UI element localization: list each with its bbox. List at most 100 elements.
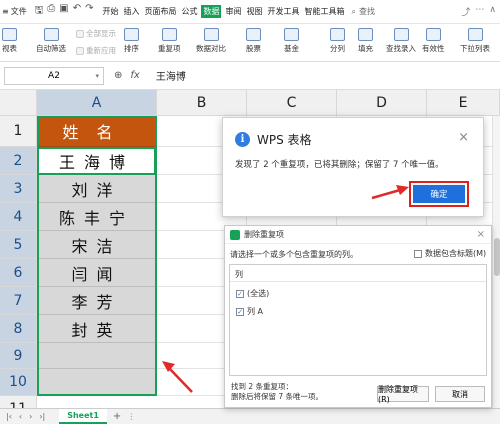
next-sheet-icon[interactable]: › [29, 412, 32, 421]
close-icon[interactable]: × [458, 130, 469, 145]
collapse-icon[interactable]: ∧ [489, 5, 496, 18]
name-cell[interactable]: 闫闻 [37, 259, 156, 287]
tab-5[interactable]: 审阅 [224, 5, 242, 18]
filter-icon [43, 28, 59, 41]
dropdown-list-label: 下拉列表 [460, 44, 490, 53]
add-sheet-icon[interactable]: + [113, 411, 121, 422]
column-header-A[interactable]: A [37, 90, 157, 116]
row-header-4[interactable]: 4 [0, 203, 37, 231]
validity-button[interactable]: 有效性 [422, 28, 445, 54]
row-header-10[interactable]: 10 [0, 369, 37, 396]
pivot-table-button[interactable]: 视表 [2, 28, 17, 54]
name-cell[interactable] [37, 343, 156, 369]
row-header-2[interactable]: 2 [0, 147, 37, 175]
row-header-1[interactable]: 1 [0, 116, 37, 147]
duplicates-button[interactable]: 重复项 [158, 28, 181, 54]
formula-input[interactable]: 王海博 [156, 68, 186, 83]
fund-button[interactable]: 基金 [284, 28, 299, 54]
ok-button[interactable]: 确定 [413, 185, 465, 203]
prev-sheet-icon[interactable]: ‹ [19, 412, 22, 421]
cancel-button[interactable]: 取消 [435, 386, 485, 402]
menu-bar: ≡ 文件 🖫 ⎙ ▣ ↶ ↷ 开始 插入 页面布局 公式 数据 审阅 视图 开发工具 智能工具箱 … [0, 0, 500, 24]
show-all-button[interactable]: 全部显示 [76, 28, 116, 39]
share-icon[interactable]: ⤴ [461, 5, 470, 18]
name-cell[interactable] [37, 369, 156, 396]
tab-7[interactable]: 开发工具 [266, 5, 300, 18]
print-icon[interactable]: ⎙ [47, 3, 55, 20]
first-sheet-icon[interactable]: |‹ [6, 412, 12, 421]
select-all-corner[interactable] [0, 90, 37, 116]
name-cell[interactable]: 封英 [37, 315, 156, 343]
row-header-5[interactable]: 5 [0, 231, 37, 259]
more-sheets-icon[interactable]: ⋮ [127, 412, 135, 421]
row-header-8[interactable]: 8 [0, 315, 37, 343]
cell-reference: A2 [48, 70, 60, 81]
compare-icon [203, 28, 219, 41]
fx-icon[interactable]: fx [130, 70, 139, 81]
split-column-button[interactable]: 分列 [330, 28, 345, 54]
lookup-icon [393, 28, 409, 41]
reapply-label: 重新应用 [86, 46, 116, 55]
column-a-checkbox[interactable]: ✓ 列 A [236, 306, 263, 317]
sort-icon [124, 28, 139, 41]
autofilter-label: 自动筛选 [36, 44, 66, 53]
column-header-D[interactable]: D [337, 90, 427, 116]
row-header-3[interactable]: 3 [0, 175, 37, 203]
tab-8[interactable]: 智能工具箱 [303, 5, 345, 18]
lookup-entry-button[interactable]: 查找录入 [386, 28, 416, 54]
row-header-6[interactable]: 6 [0, 259, 37, 287]
stock-button[interactable]: 股票 [246, 28, 261, 54]
autofilter-button[interactable]: 自动筛选 [36, 28, 66, 54]
tab-1[interactable]: 插入 [122, 5, 140, 18]
column-header-C[interactable]: C [247, 90, 337, 116]
ribbon-toolbar: 视表 自动筛选 全部显示 重新应用 排序 重复项 数据对比 股票 基金 分列 填… [0, 24, 500, 62]
sheet-tab[interactable]: Sheet1 [59, 409, 107, 424]
redo-icon[interactable]: ↷ [85, 3, 93, 20]
list-item-label: 列 A [247, 307, 264, 316]
column-header-E[interactable]: E [427, 90, 500, 116]
stock-label: 股票 [246, 44, 261, 53]
fill-label: 填充 [358, 44, 373, 53]
sort-button[interactable]: 排序 [124, 28, 139, 54]
header-cell-name[interactable]: 姓名 [37, 116, 156, 147]
fill-button[interactable]: 填充 [358, 28, 373, 54]
data-compare-button[interactable]: 数据对比 [196, 28, 226, 54]
save-icon[interactable]: 🖫 [35, 3, 44, 20]
name-cell[interactable]: 王海博 [37, 147, 156, 175]
row-header-9[interactable]: 9 [0, 343, 37, 369]
tab-4[interactable]: 数据 [201, 5, 222, 18]
name-cell[interactable]: 宋洁 [37, 231, 156, 259]
split-label: 分列 [330, 44, 345, 53]
file-menu[interactable]: ≡ 文件 [2, 6, 27, 17]
name-cell[interactable]: 陈丰宁 [37, 203, 156, 231]
print-preview-icon[interactable]: ▣ [59, 3, 68, 20]
duplicates-label: 重复项 [158, 44, 181, 53]
row-header-7[interactable]: 7 [0, 287, 37, 315]
ok-button-highlight: 确定 [409, 181, 469, 207]
lookup-label: 查找录入 [386, 44, 416, 53]
select-all-checkbox[interactable]: ✓ (全选) [236, 288, 269, 299]
zoom-icon[interactable]: ⊕ [114, 70, 122, 81]
dropdown-list-button[interactable]: 下拉列表 [460, 28, 490, 54]
name-box[interactable]: A2 ▾ [4, 66, 104, 85]
reapply-button[interactable]: 重新应用 [76, 45, 116, 56]
vertical-scrollbar[interactable] [492, 116, 500, 408]
last-sheet-icon[interactable]: ›| [39, 412, 45, 421]
remove-duplicates-button[interactable]: 删除重复项(R) [377, 385, 429, 404]
column-header-B[interactable]: B [157, 90, 247, 116]
tab-2[interactable]: 页面布局 [143, 5, 177, 18]
scrollbar-thumb[interactable] [494, 238, 500, 276]
fund-icon [284, 28, 299, 41]
tab-0[interactable]: 开始 [101, 5, 119, 18]
tab-6[interactable]: 视图 [245, 5, 263, 18]
search-box[interactable]: ⌕ 查找 [351, 6, 374, 17]
undo-icon[interactable]: ↶ [73, 3, 81, 20]
row-header-11[interactable]: 11 [0, 396, 37, 408]
name-cell[interactable]: 李芳 [37, 287, 156, 315]
more-icon[interactable]: ⋯ [475, 5, 484, 18]
header-checkbox[interactable]: 数据包含标题(M) [414, 248, 486, 259]
tab-3[interactable]: 公式 [180, 5, 198, 18]
chevron-down-icon[interactable]: ▾ [95, 72, 99, 80]
close-icon[interactable]: × [477, 229, 485, 240]
name-cell[interactable]: 刘洋 [37, 175, 156, 203]
